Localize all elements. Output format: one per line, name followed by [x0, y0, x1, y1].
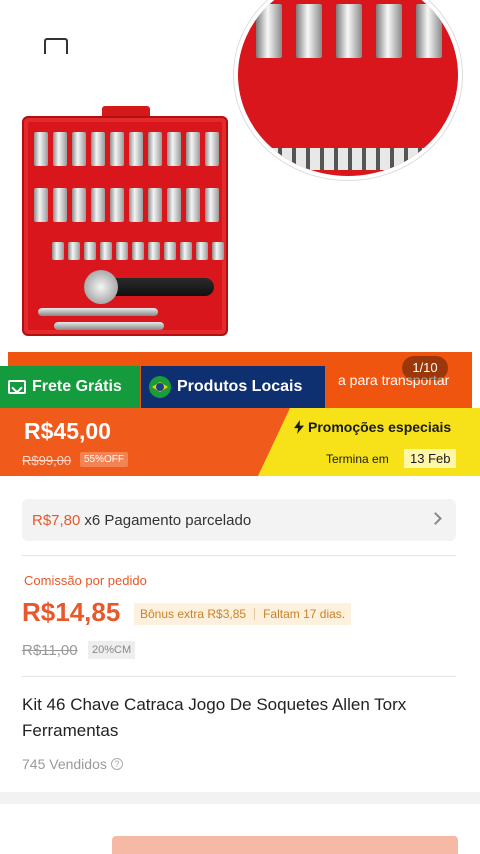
store-icon[interactable]: [44, 38, 68, 54]
installment-text: x6 Pagamento parcelado: [84, 511, 252, 529]
sold-count: 745 Vendidos ?: [22, 756, 123, 772]
local-products-tag: Produtos Locais: [141, 366, 325, 408]
image-counter: 1/10: [402, 356, 448, 380]
divider: [22, 555, 456, 556]
special-promotions-panel[interactable]: Promoções especiais Termina em 13 Feb: [258, 408, 480, 476]
free-shipping-tag: Frete Grátis: [0, 366, 140, 408]
info-icon[interactable]: ?: [110, 758, 123, 770]
installment-row[interactable]: R$7,80 x6 Pagamento parcelado: [22, 499, 456, 541]
lightning-icon: [294, 420, 304, 434]
promo-title-label: Promoções especiais: [308, 419, 452, 435]
promo-ends-label: Termina em: [326, 452, 389, 466]
product-title: Kit 46 Chave Catraca Jogo De Soquetes Al…: [22, 695, 407, 740]
current-price: R$45,00: [24, 418, 111, 444]
commission-label: Comissão por pedido: [24, 573, 147, 588]
sold-count-label: 745 Vendidos: [22, 756, 107, 772]
promo-title: Promoções especiais: [294, 419, 451, 435]
shipping-check-icon: [8, 380, 26, 394]
product-image-gallery[interactable]: [0, 0, 480, 352]
divider: [22, 676, 456, 677]
local-products-label: Produtos Locais: [177, 378, 303, 395]
free-shipping-label: Frete Grátis: [32, 378, 122, 395]
bonus-remaining: Faltam 17 dias.: [263, 607, 346, 621]
price-band: R$45,00 R$99,00 55%OFF Promoções especia…: [0, 408, 480, 476]
bonus-chip: Bônus extra R$3,85 Faltam 17 dias.: [134, 603, 352, 625]
commission-value: R$14,85: [22, 597, 121, 627]
section-separator: [0, 792, 480, 804]
primary-action-button[interactable]: [112, 836, 458, 854]
commission-original: R$11,00: [22, 642, 78, 659]
chevron-right-icon: [429, 512, 442, 525]
promo-ends-date: 13 Feb: [404, 449, 457, 468]
original-price: R$99,00: [22, 453, 72, 468]
discount-badge: 55%OFF: [80, 452, 129, 467]
installment-amount: R$7,80: [32, 511, 81, 529]
bonus-text: Bônus extra R$3,85: [140, 607, 247, 621]
product-image-zoom-detail: [234, 0, 462, 180]
product-image-toolkit-case: [22, 106, 228, 336]
commission-rate-badge: 20%CM: [88, 641, 136, 659]
brazil-flag-icon: [149, 376, 171, 398]
